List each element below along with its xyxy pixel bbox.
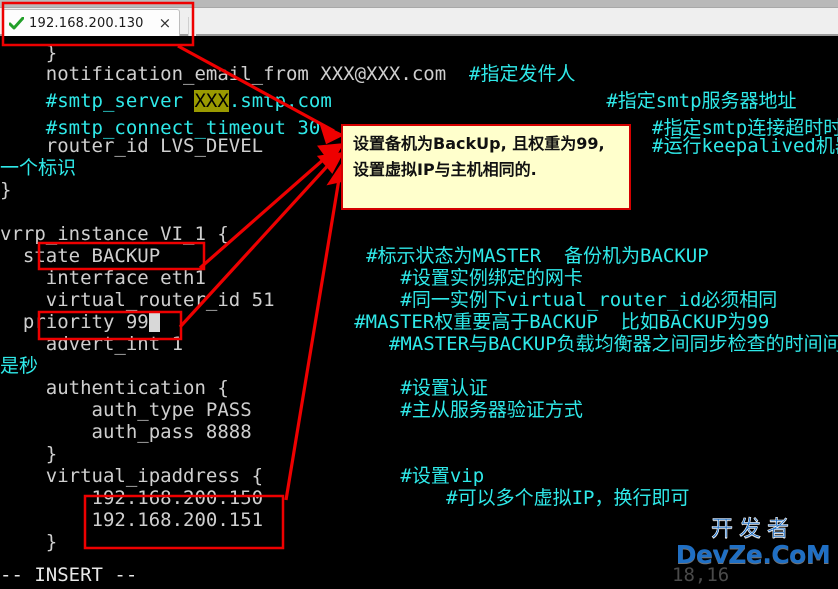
terminal-body[interactable]: } notification_email_from XXX@XXX.com #指… xyxy=(0,36,838,589)
session-tab[interactable]: 192.168.200.130 × xyxy=(2,9,181,36)
session-tab-label: 192.168.200.130 xyxy=(29,15,144,31)
terminal-line: #smtp_server XXX.smtp.com #指定smtp服务器地址 xyxy=(45,90,797,112)
window-chrome: 192.168.200.130 × xyxy=(0,0,838,43)
green-check-icon xyxy=(9,16,24,30)
close-icon[interactable]: × xyxy=(159,15,172,31)
terminal-line: notification_email_from XXX@XXX.com #指定发… xyxy=(45,63,576,85)
toolbar-strip xyxy=(0,0,838,8)
annotation-callout: 设置备机为BackUp, 且权重为99, 设置虚拟IP与主机相同的. xyxy=(341,124,631,210)
vim-cursor-position: 18,16 xyxy=(672,564,730,586)
terminal-line: } xyxy=(45,531,58,553)
tab-strip: 192.168.200.130 × xyxy=(0,8,838,43)
terminal-window: 192.168.200.130 × } notification_email_f… xyxy=(0,0,838,589)
